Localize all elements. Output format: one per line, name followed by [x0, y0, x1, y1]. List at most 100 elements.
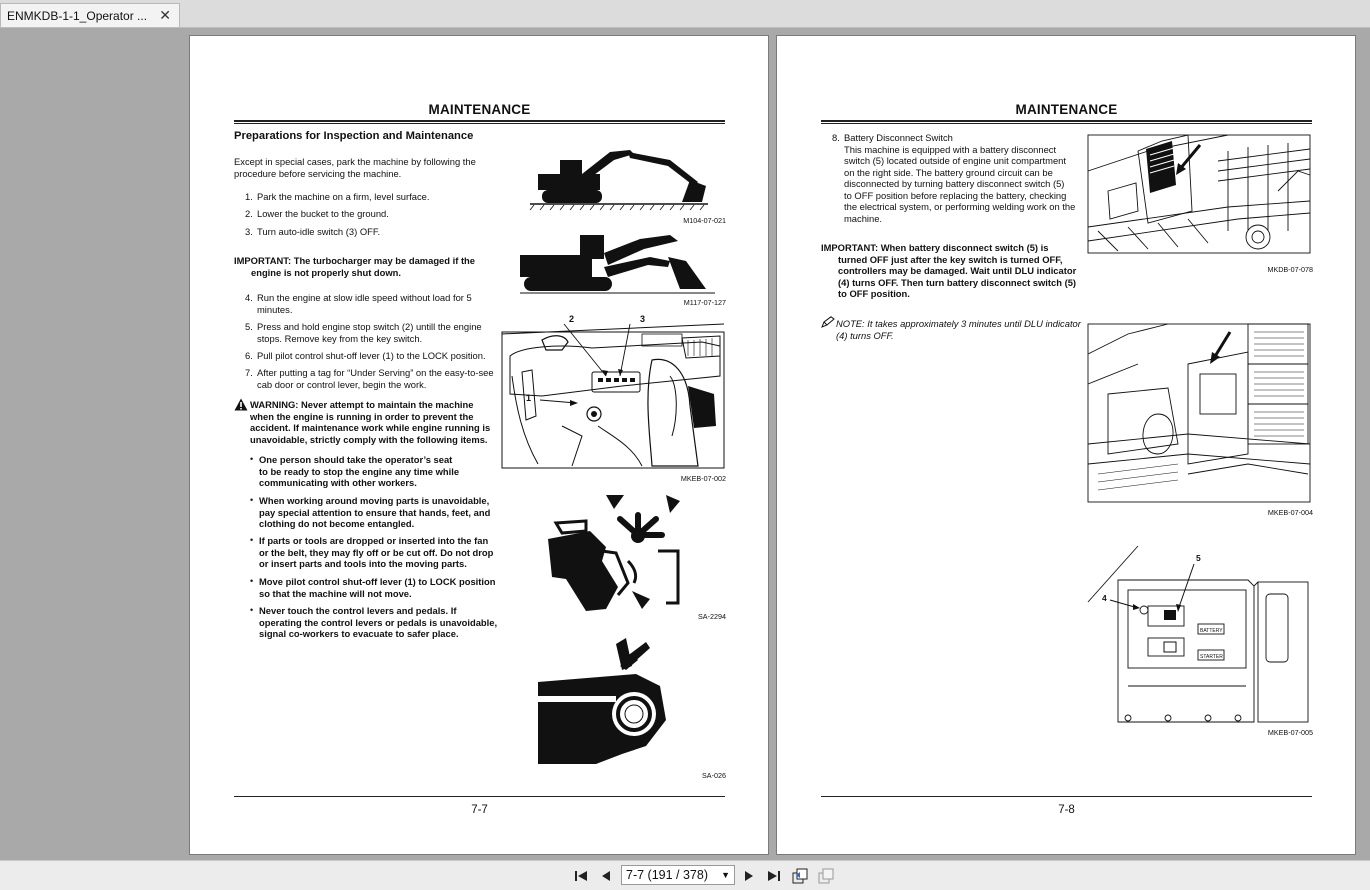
- important-line: (4) turns OFF. Then turn battery disconn…: [838, 276, 1077, 288]
- engine-unit-illustration: [1087, 134, 1311, 254]
- switch-label: BATTERY: [1200, 628, 1223, 634]
- page-header: MAINTENANCE: [1015, 102, 1118, 117]
- page-select[interactable]: 7-7 (191 / 378) ▼: [621, 865, 735, 885]
- step-number: 4.: [245, 292, 253, 303]
- intro-line: Except in special cases, park the machin…: [234, 156, 476, 167]
- step-text: Park the machine on a firm, level surfac…: [257, 191, 430, 202]
- bullet-text: so that the machine will not move.: [259, 587, 412, 599]
- bullet-text: or insert parts and tools into the movin…: [259, 558, 467, 569]
- figure-caption: MKEB-07-005: [1267, 728, 1313, 737]
- next-page-button[interactable]: [739, 866, 759, 886]
- step-number: 6.: [245, 350, 253, 361]
- first-page-icon: [575, 871, 587, 881]
- step-text: Lower the bucket to the ground.: [257, 208, 389, 219]
- step-number: 1.: [245, 191, 253, 202]
- bullet-icon: •: [250, 605, 254, 615]
- fan-hazard-pictogram: [548, 495, 680, 611]
- disconnect-switch-panel-illustration: BATTERY STARTER: [1087, 545, 1309, 723]
- bullet-text: signal co-workers to evacuate to safer p…: [259, 628, 459, 639]
- warning-line: accident. If maintenance work while engi…: [250, 422, 491, 433]
- cab-interior-illustration: [501, 323, 725, 469]
- step-number: 3.: [245, 226, 253, 237]
- bullet-text: pay special attention to ensure that han…: [259, 506, 491, 518]
- important-line: turned OFF just after the key switch is …: [838, 253, 1063, 265]
- callout-number: 3: [640, 314, 646, 324]
- step-text: Run the engine at slow idle speed withou…: [257, 292, 472, 303]
- step-number: 2.: [245, 208, 253, 219]
- figure-caption: M117-07-127: [683, 298, 726, 307]
- bullet-icon: •: [250, 535, 254, 545]
- bullet-text: communicating with other workers.: [259, 477, 417, 488]
- step-text: minutes.: [257, 303, 293, 315]
- forward-view-icon: [818, 868, 834, 884]
- bullet-icon: •: [250, 576, 254, 586]
- last-page-button[interactable]: [764, 866, 784, 886]
- item-body-line: to OFF position before replacing the bat…: [844, 189, 1067, 201]
- bullet-text: or the belt, they may fly off or be cut …: [259, 546, 494, 558]
- item-body-line: This machine is equipped with a battery …: [844, 143, 1057, 155]
- step-text: After putting a tag for “Under Serving” …: [257, 367, 494, 378]
- item-title: Battery Disconnect Switch: [844, 132, 953, 143]
- warning-line: WARNING: Never attempt to maintain the m…: [250, 399, 474, 410]
- footer-rule: [821, 796, 1312, 797]
- important-line: IMPORTANT: When battery disconnect switc…: [821, 242, 1049, 253]
- forward-view-button[interactable]: [816, 866, 836, 886]
- item-number: 8.: [832, 132, 840, 143]
- note-line: NOTE: It takes approximately 3 minutes u…: [836, 318, 1081, 329]
- page-number: 7-7: [471, 804, 488, 816]
- figure-caption: MKEB-07-002: [680, 474, 726, 483]
- figure-caption: MKEB-07-004: [1267, 508, 1313, 517]
- figure-caption: M104-07-021: [683, 216, 726, 225]
- warning-line: when the engine is running in order to p…: [250, 410, 474, 422]
- callout-number: 5: [1196, 553, 1201, 563]
- back-view-button[interactable]: [790, 866, 810, 886]
- close-icon[interactable]: ✕: [159, 7, 171, 24]
- battery-compartment-illustration: [1087, 323, 1311, 503]
- important-line: IMPORTANT: The turbocharger may be damag…: [234, 255, 476, 266]
- switch-label: STARTER: [1200, 654, 1223, 660]
- back-view-icon: [792, 868, 808, 884]
- last-page-icon: [768, 871, 780, 881]
- callout-number: 4: [1102, 593, 1107, 603]
- figure-caption: MKDB-07-078: [1267, 265, 1313, 274]
- section-title: Preparations for Inspection and Maintena…: [234, 130, 474, 142]
- note-line: (4) turns OFF.: [836, 329, 894, 341]
- navigation-toolbar: 7-7 (191 / 378) ▼: [0, 860, 1370, 890]
- step-number: 7.: [245, 367, 253, 378]
- important-line: engine is not properly shut down.: [251, 266, 402, 278]
- figure-caption: SA-2294: [698, 612, 726, 621]
- item-body-line: on the right side. The battery ground ci…: [844, 166, 1053, 178]
- bullet-icon: •: [250, 495, 254, 505]
- bullet-text: clothing do not become entangled.: [259, 518, 415, 529]
- previous-page-button[interactable]: [596, 866, 616, 886]
- page-number: 7-8: [1058, 804, 1075, 816]
- footer-rule: [234, 796, 725, 797]
- header-rule: [821, 120, 1312, 124]
- bullet-text: One person should take the operator’s se…: [259, 454, 453, 465]
- step-text: cab door or control lever, begin the wor…: [257, 378, 427, 390]
- item-body-line: the electrical system, or performing wel…: [844, 201, 1076, 212]
- next-page-icon: [745, 871, 753, 881]
- excavator-parked-illustration: [529, 150, 708, 211]
- bullet-icon: •: [250, 454, 254, 464]
- important-line: to OFF position.: [838, 288, 910, 299]
- page-select-value: 7-7 (191 / 378): [626, 868, 708, 882]
- tab-title: ENMKDB-1-1_Operator ...: [7, 9, 148, 23]
- bullet-text: to be ready to stop the engine any time …: [259, 465, 460, 477]
- note-pencil-icon: [821, 316, 835, 328]
- bullet-text: operating the control levers or pedals i…: [259, 616, 498, 628]
- belt-hazard-pictogram: [538, 638, 666, 764]
- step-text: Turn auto-idle switch (3) OFF.: [257, 226, 381, 237]
- important-line: controllers may be damaged. Wait until D…: [838, 265, 1077, 276]
- item-body-line: disconnected by turning battery disconne…: [844, 178, 1065, 189]
- first-page-button[interactable]: [571, 866, 591, 886]
- tab-bar: ENMKDB-1-1_Operator ... ✕: [0, 0, 1370, 28]
- callout-number: 2: [569, 314, 575, 324]
- step-number: 5.: [245, 321, 253, 332]
- page-right: MAINTENANCE 8. Battery Disconnect Switch…: [776, 35, 1356, 855]
- figure-caption: SA-026: [702, 771, 726, 780]
- header-rule: [234, 120, 725, 124]
- step-text: stops. Remove key from the key switch.: [257, 332, 423, 344]
- bullet-text: Move pilot control shut-off lever (1) to…: [259, 576, 496, 587]
- document-tab[interactable]: ENMKDB-1-1_Operator ... ✕: [0, 3, 180, 27]
